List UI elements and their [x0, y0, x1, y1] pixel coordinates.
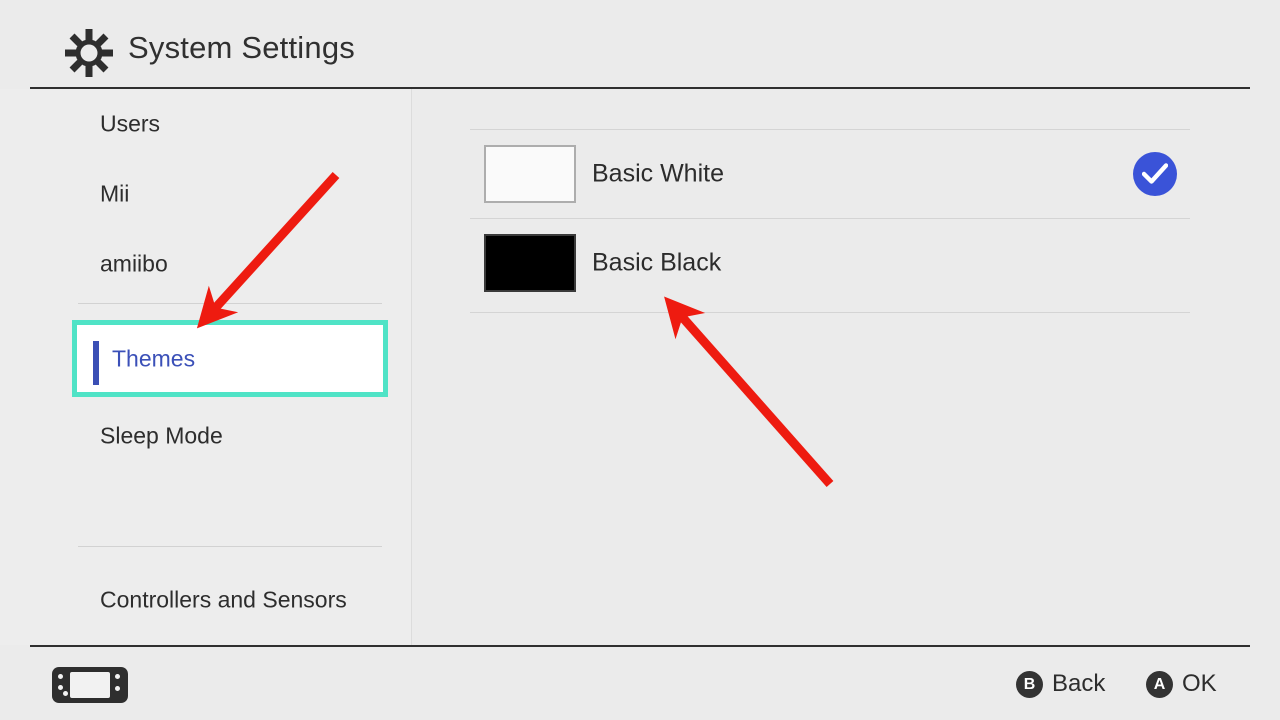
sidebar-divider	[78, 546, 382, 547]
theme-swatch	[484, 145, 576, 203]
gear-icon	[64, 28, 114, 78]
switch-dot	[115, 686, 120, 691]
button-b-badge: B	[1016, 671, 1043, 698]
sidebar-item-label: Sleep Mode	[100, 422, 223, 449]
button-a-badge: A	[1146, 671, 1173, 698]
sidebar-item-label: Controllers and Sensors	[100, 586, 347, 613]
sidebar-item-label: amiibo	[100, 250, 168, 277]
switch-screen	[70, 672, 110, 698]
back-button-label: Back	[1052, 670, 1106, 697]
sidebar-item-amiibo[interactable]: amiibo	[0, 229, 412, 299]
theme-swatch	[484, 234, 576, 292]
sidebar-item-sleep-mode[interactable]: Sleep Mode	[0, 401, 412, 471]
sidebar-item-label: Users	[100, 110, 161, 137]
selection-indicator-bar	[93, 341, 99, 385]
theme-list-divider	[470, 312, 1190, 313]
switch-console-icon	[52, 667, 128, 703]
sidebar-item-users[interactable]: Users	[0, 89, 412, 159]
switch-dot	[58, 674, 63, 679]
content-panel: Basic White Basic Black	[412, 89, 1280, 645]
page-title: System Settings	[128, 30, 355, 65]
ok-button-label: OK	[1182, 670, 1217, 697]
switch-dot	[58, 685, 63, 690]
sidebar-item-label: Mii	[100, 180, 130, 207]
sidebar-item-label: Themes	[112, 345, 196, 371]
sidebar-item-mii[interactable]: Mii	[0, 159, 412, 229]
bottom-divider	[30, 645, 1250, 647]
theme-name-label: Basic Black	[592, 248, 722, 277]
theme-row-basic-black[interactable]: Basic Black	[470, 219, 1190, 307]
check-icon	[1133, 152, 1177, 196]
header-bar: System Settings	[0, 0, 1280, 89]
switch-dot	[115, 674, 120, 679]
switch-dot	[63, 691, 68, 696]
sidebar-item-themes[interactable]: Themes	[72, 320, 388, 397]
theme-row-basic-white[interactable]: Basic White	[470, 130, 1190, 218]
sidebar-divider	[78, 303, 382, 304]
theme-name-label: Basic White	[592, 159, 724, 188]
sidebar-item-controllers-and-sensors[interactable]: Controllers and Sensors	[0, 565, 412, 635]
